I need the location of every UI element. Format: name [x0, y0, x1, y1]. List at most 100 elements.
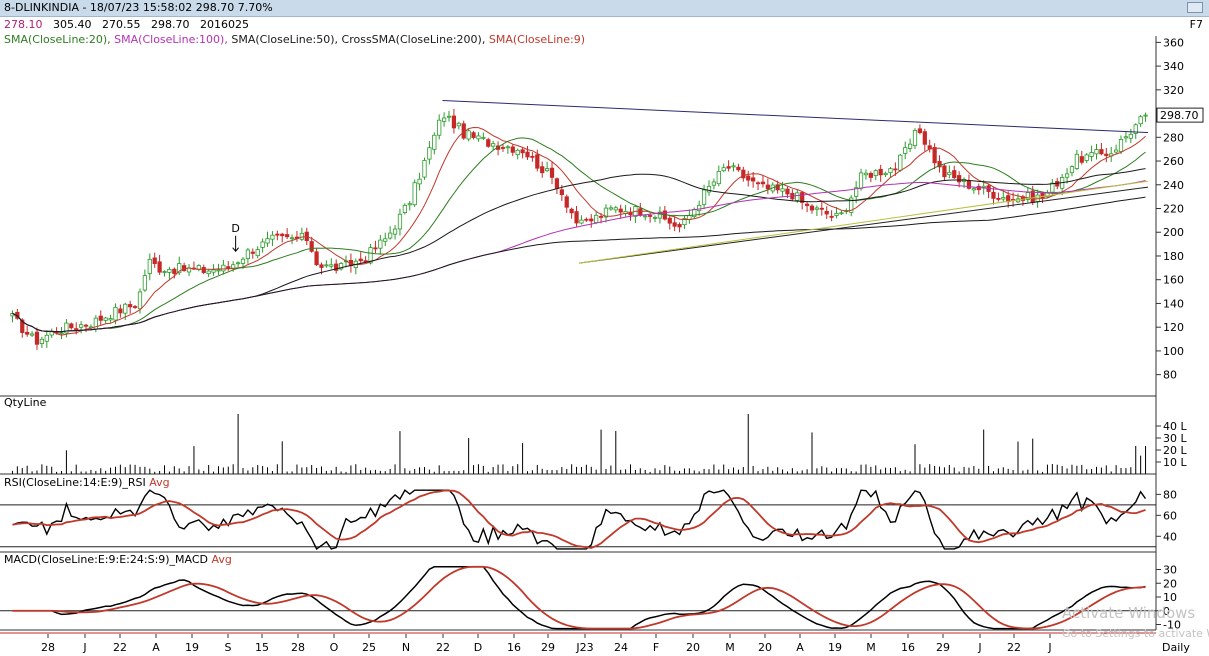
candle-body [716, 171, 721, 185]
candle-body [765, 184, 770, 190]
candle-body [245, 249, 251, 259]
candle-body [608, 207, 614, 210]
candle-body [137, 291, 143, 310]
time-tick-label: J [82, 641, 86, 654]
candle-body [1089, 152, 1094, 157]
candle-body [486, 139, 491, 147]
candle-body [755, 182, 761, 185]
candle-body [952, 170, 957, 179]
candle-body [280, 233, 285, 237]
candle-body [1001, 197, 1006, 200]
candle-body [643, 215, 648, 218]
candle-body [226, 266, 231, 269]
candle-body [132, 306, 138, 308]
candle-body [113, 306, 118, 321]
candle-body [123, 303, 128, 314]
candle-body [466, 130, 471, 140]
candle-body [206, 270, 211, 275]
candle-body [991, 191, 996, 199]
candle-body [388, 232, 393, 239]
candle-body [1113, 149, 1119, 153]
candle-body [103, 317, 108, 321]
candle-body [564, 196, 569, 208]
candle-body [981, 185, 986, 188]
candle-body [128, 304, 133, 308]
candle-body [942, 165, 947, 178]
candle-body [25, 331, 30, 335]
time-tick-label: M [866, 641, 876, 654]
candle-body [701, 189, 707, 205]
price-tick-label: 360 [1163, 36, 1184, 49]
candle-body [83, 324, 89, 327]
support-trendline [578, 186, 1149, 264]
candle-body [427, 147, 432, 160]
candle-body [29, 333, 35, 336]
candle-body [172, 268, 177, 274]
activation-watermark: Activate Windows [1062, 604, 1196, 622]
candle-body [392, 228, 398, 235]
candle-body [1138, 116, 1143, 125]
candle-body [721, 167, 726, 172]
candle-body [1079, 156, 1084, 163]
rsi-tick-label: 40 [1163, 530, 1177, 543]
candle-body [549, 167, 555, 178]
volume-tick-label: 40 L [1163, 420, 1187, 433]
candle-body [402, 205, 407, 214]
sma200-line [12, 196, 1146, 333]
time-tick-label: A [796, 641, 804, 654]
candle-body [814, 207, 820, 210]
time-tick-label: D [474, 641, 482, 654]
candle-body [589, 218, 594, 222]
candle-body [1099, 149, 1104, 155]
candle-body [216, 269, 221, 272]
candle-body [260, 241, 265, 248]
candle-body [432, 134, 437, 150]
candle-body [383, 238, 388, 242]
time-tick-label: 19 [185, 641, 199, 654]
rsi-tick-label: 80 [1163, 488, 1177, 501]
macd-line [12, 566, 1146, 630]
candle-body [878, 168, 883, 176]
price-chart[interactable]: 8010012014016018020022024026028030032034… [0, 0, 1209, 656]
time-tick-label: J [977, 641, 981, 654]
price-tick-label: 200 [1163, 226, 1184, 239]
annotation-d-label: D [231, 222, 239, 235]
candle-body [907, 143, 913, 149]
candle-body [888, 168, 893, 174]
candle-body [868, 172, 873, 178]
candle-body [446, 115, 452, 118]
candle-body [515, 149, 520, 156]
time-tick-label: S [225, 641, 232, 654]
candle-body [319, 264, 324, 268]
candle-body [167, 269, 172, 273]
candle-body [157, 261, 162, 273]
price-tick-label: 220 [1163, 203, 1184, 216]
candle-body [544, 168, 550, 172]
time-tick-label: M [725, 641, 735, 654]
candle-body [898, 154, 903, 171]
candle-body [471, 132, 476, 138]
price-tick-label: 120 [1163, 321, 1184, 334]
volume-tick-label: 10 L [1163, 456, 1187, 469]
candle-body [1050, 182, 1055, 193]
candle-body [240, 258, 246, 264]
time-tick-label: 29 [936, 641, 950, 654]
sma20-line [12, 137, 1146, 333]
candle-body [594, 214, 599, 223]
candle-body [270, 234, 275, 240]
candle-body [520, 149, 525, 154]
candle-body [530, 156, 535, 158]
time-tick-label: 15 [255, 641, 269, 654]
candle-body [441, 117, 447, 122]
candle-body [804, 203, 810, 206]
candle-body [1118, 139, 1124, 152]
candle-body [873, 170, 878, 176]
support-trendline-alt [578, 180, 1149, 264]
candle-body [299, 232, 304, 240]
candle-body [275, 233, 280, 236]
price-tick-label: 160 [1163, 274, 1184, 287]
time-tick-label: 25 [362, 641, 376, 654]
candle-body [535, 154, 540, 169]
candle-body [711, 181, 717, 186]
candle-body [314, 251, 319, 266]
